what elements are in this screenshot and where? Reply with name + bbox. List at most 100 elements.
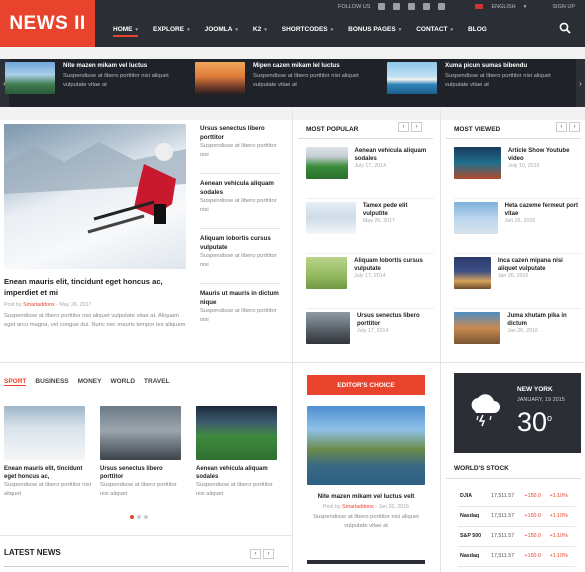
row-divider: [0, 362, 585, 363]
article-thumbnail[interactable]: [196, 406, 277, 460]
carousel-dot[interactable]: [144, 515, 148, 519]
flag-icon: [475, 4, 484, 9]
list-item[interactable]: Ursus senectus libero porttitor Suspendis…: [100, 465, 184, 499]
list-item[interactable]: Ursus senectus libero porttitor Suspendis…: [200, 124, 280, 174]
prev-button[interactable]: ‹: [398, 122, 409, 132]
facebook-icon[interactable]: [378, 3, 386, 10]
list-item[interactable]: Enean mauris elit, tincidunt eget honcus…: [4, 465, 92, 499]
feature-meta: Post by Smartaddons - May 26, 2017: [4, 302, 92, 308]
ticker-next-button[interactable]: ›: [576, 59, 585, 107]
most-viewed-pager: ‹ ›: [556, 122, 580, 132]
article-thumbnail[interactable]: [100, 406, 181, 460]
nav-item-bonus-pages[interactable]: BONUS PAGES ▾: [348, 26, 401, 37]
nav-item-contact[interactable]: CONTACT ▾: [416, 26, 453, 37]
list-item[interactable]: Article Show Youtube video July 10, 2016: [454, 147, 582, 199]
most-popular-pager: ‹ ›: [398, 122, 422, 132]
chevron-down-icon: ▾: [523, 3, 527, 10]
tab-world[interactable]: WORLD: [110, 378, 135, 386]
article-thumbnail[interactable]: [306, 257, 348, 289]
article-thumbnail[interactable]: [454, 257, 491, 289]
most-popular-heading: MOST POPULAR: [306, 126, 359, 133]
sign-up-link[interactable]: SIGN UP: [552, 4, 575, 10]
weather-date: JANUARY, 19 2015: [517, 397, 565, 403]
table-row[interactable]: Nasdaq 17,511.57 +150.0 +1.10%: [458, 506, 575, 527]
author-link[interactable]: Smartaddons: [342, 504, 374, 510]
google-plus-icon[interactable]: [408, 3, 416, 10]
carousel-dot[interactable]: [130, 515, 134, 519]
editors-choice-article: Nite mazen mikam vel luctus velt Post by…: [307, 492, 425, 531]
nav-item-blog[interactable]: BLOG: [468, 26, 487, 37]
nav-item-explore[interactable]: EXPLORE ▾: [153, 26, 190, 37]
tab-travel[interactable]: TRAVEL: [144, 378, 170, 386]
rss-icon[interactable]: [438, 3, 446, 10]
search-icon[interactable]: [559, 22, 571, 34]
chevron-down-icon: ▾: [187, 27, 190, 33]
list-item[interactable]: Mauris ut mauris in dictum nique Suspendi…: [200, 289, 280, 329]
feature-article: Enean mauris elit, tincidunt eget honcus…: [4, 276, 186, 330]
list-item[interactable]: Aenean vehicula aliquam sodales Suspendis…: [196, 465, 280, 499]
ticker-item[interactable]: Mipen cazen mikam lel luctus Suspendisse …: [195, 62, 383, 94]
article-thumbnail[interactable]: [454, 202, 498, 234]
list-item[interactable]: Heta cazeme fermeut port vitae Jan 26, 20…: [454, 202, 582, 254]
feature-title[interactable]: Enean mauris elit, tincidunt eget honcus…: [4, 276, 186, 298]
most-viewed-list: Article Show Youtube video July 10, 2016 …: [454, 147, 582, 352]
ticker-text: Suspendisse at libero porttitor nisi ali…: [253, 73, 359, 88]
ticker-thumbnail[interactable]: [195, 62, 245, 94]
ticker-text: Suspendisse at libero porttitor nisi ali…: [445, 73, 551, 88]
author-link[interactable]: Smartaddons: [23, 302, 55, 308]
prev-button[interactable]: ‹: [250, 549, 261, 559]
next-button[interactable]: ›: [263, 549, 274, 559]
table-row[interactable]: S&P 500 17,511.57 +150.0 +1.10%: [458, 526, 575, 547]
ticker-thumbnail[interactable]: [387, 62, 437, 94]
follow-us-label: FOLLOW US: [338, 3, 371, 10]
nav-item-joomla[interactable]: JOOMLA ▾: [205, 26, 238, 37]
next-button[interactable]: ›: [411, 122, 422, 132]
ticker-title[interactable]: Nite mazen mikam vel luctus: [63, 62, 193, 69]
list-item[interactable]: Aenean vehicula aliquam sodales July 17, …: [306, 147, 434, 199]
pinterest-icon[interactable]: [423, 3, 431, 10]
prev-button[interactable]: ‹: [556, 122, 567, 132]
language-select[interactable]: ENGLISH: [491, 4, 515, 10]
top-strip: FOLLOW US ENGLISH ▾ SIGN UP: [338, 0, 585, 13]
nav-item-home[interactable]: HOME ▾: [113, 26, 139, 37]
carousel-dots: [130, 515, 148, 519]
list-item[interactable]: Inca cazen mipana nisi aliquet vulputate…: [454, 257, 582, 309]
ticker-title[interactable]: Mipen cazen mikam lel luctus: [253, 62, 383, 69]
twitter-icon[interactable]: [393, 3, 401, 10]
tab-money[interactable]: MONEY: [78, 378, 102, 386]
chevron-down-icon: ▾: [264, 27, 267, 33]
table-row[interactable]: Nasdaq 17,511.57 +150.0 +1.10%: [458, 546, 575, 567]
list-item[interactable]: Aenean vehicula aliquam sodales Suspendis…: [200, 179, 280, 229]
article-thumbnail[interactable]: [306, 312, 350, 344]
editors-choice-meta: Post by Smartaddons - Jan 26, 2015: [322, 504, 410, 510]
world-stock-heading: WORLD'S STOCK: [454, 465, 509, 472]
list-item[interactable]: Juma xhutam pika in dictum Jan 26, 2016: [454, 312, 582, 352]
article-thumbnail[interactable]: [454, 147, 501, 179]
article-thumbnail[interactable]: [4, 406, 85, 460]
list-item[interactable]: Aliquam lobortis cursus vulputate July 17…: [306, 257, 434, 309]
next-button[interactable]: ›: [569, 122, 580, 132]
nav-item-shortcodes[interactable]: SHORTCODES ▾: [282, 26, 333, 37]
site-logo[interactable]: NEWS II: [0, 0, 95, 47]
list-item[interactable]: Tamex pede elit vulputite May 26, 2017: [306, 202, 434, 254]
editors-choice-image[interactable]: [307, 406, 425, 485]
nav-item-k2[interactable]: K2 ▾: [253, 26, 267, 37]
ticker-item[interactable]: Nite mazen mikam vel luctus Suspendisse a…: [5, 62, 193, 94]
article-thumbnail[interactable]: [306, 202, 356, 234]
tab-business[interactable]: BUSINESS: [35, 378, 68, 386]
feature-image[interactable]: [4, 124, 186, 269]
ticker-item[interactable]: Xuma picun sumas bibendu Suspendisse at l…: [387, 62, 575, 94]
column-divider: [440, 110, 441, 572]
article-thumbnail[interactable]: [454, 312, 501, 344]
table-row[interactable]: DJIA 17,511.57 +150.0 +1.10%: [458, 486, 575, 507]
carousel-dot[interactable]: [137, 515, 141, 519]
list-item[interactable]: Ursus senectus libero porttitor July 17, …: [306, 312, 434, 352]
thunderstorm-icon: [471, 394, 500, 427]
weather-city: NEW YORK: [517, 386, 553, 393]
tab-sport[interactable]: SPORT: [4, 378, 27, 386]
list-item[interactable]: Aliquam lobortis cursus vulputate Suspend…: [200, 234, 280, 284]
editors-choice-title[interactable]: Nite mazen mikam vel luctus velt: [307, 492, 425, 501]
ticker-title[interactable]: Xuma picun sumas bibendu: [445, 62, 575, 69]
article-thumbnail[interactable]: [306, 147, 348, 179]
ticker-thumbnail[interactable]: [5, 62, 55, 94]
